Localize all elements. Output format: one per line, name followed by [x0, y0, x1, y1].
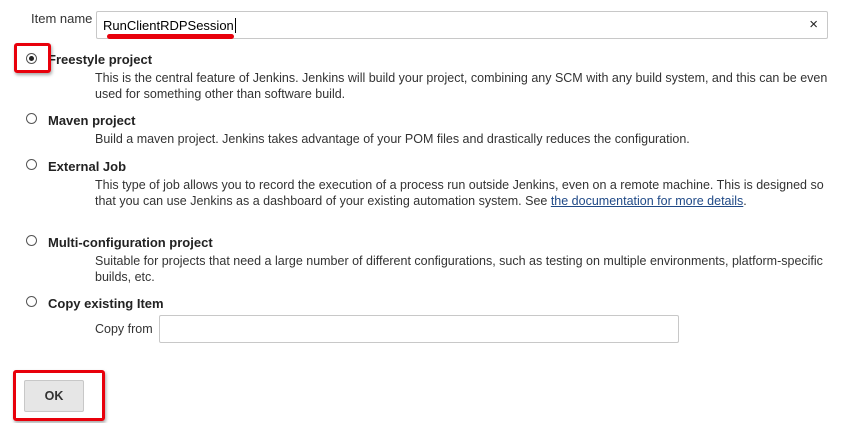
option-desc-external-end: .: [743, 193, 747, 208]
highlight-underline: [107, 34, 234, 39]
item-name-label: Item name: [31, 11, 93, 26]
copy-from-label: Copy from: [95, 322, 153, 336]
radio-maven[interactable]: [26, 113, 37, 124]
item-name-value: RunClientRDPSession: [103, 18, 236, 33]
option-desc-freestyle: This is the central feature of Jenkins. …: [95, 71, 828, 101]
option-label-copy[interactable]: Copy existing Item: [48, 296, 164, 311]
highlight-box-freestyle: [14, 43, 51, 73]
radio-external[interactable]: [26, 159, 37, 170]
text-caret: [234, 18, 236, 33]
item-name-text: RunClientRDPSession: [103, 18, 234, 33]
documentation-link[interactable]: the documentation for more details: [551, 194, 743, 208]
highlight-box-ok: [13, 370, 105, 421]
option-label-multi-config[interactable]: Multi-configuration project: [48, 235, 213, 250]
radio-copy[interactable]: [26, 296, 37, 307]
radio-multi-config[interactable]: [26, 235, 37, 246]
option-label-maven[interactable]: Maven project: [48, 113, 135, 128]
option-desc-maven: Build a maven project. Jenkins takes adv…: [95, 132, 690, 146]
close-icon[interactable]: ×: [809, 16, 818, 34]
copy-from-input[interactable]: [159, 315, 679, 343]
option-label-freestyle[interactable]: Freestyle project: [48, 52, 152, 67]
option-label-external[interactable]: External Job: [48, 159, 126, 174]
option-desc-multi-config: Suitable for projects that need a large …: [95, 254, 823, 284]
item-name-row: Item name RunClientRDPSession ×: [0, 0, 842, 40]
option-desc-external: This type of job allows you to record th…: [95, 178, 830, 209]
